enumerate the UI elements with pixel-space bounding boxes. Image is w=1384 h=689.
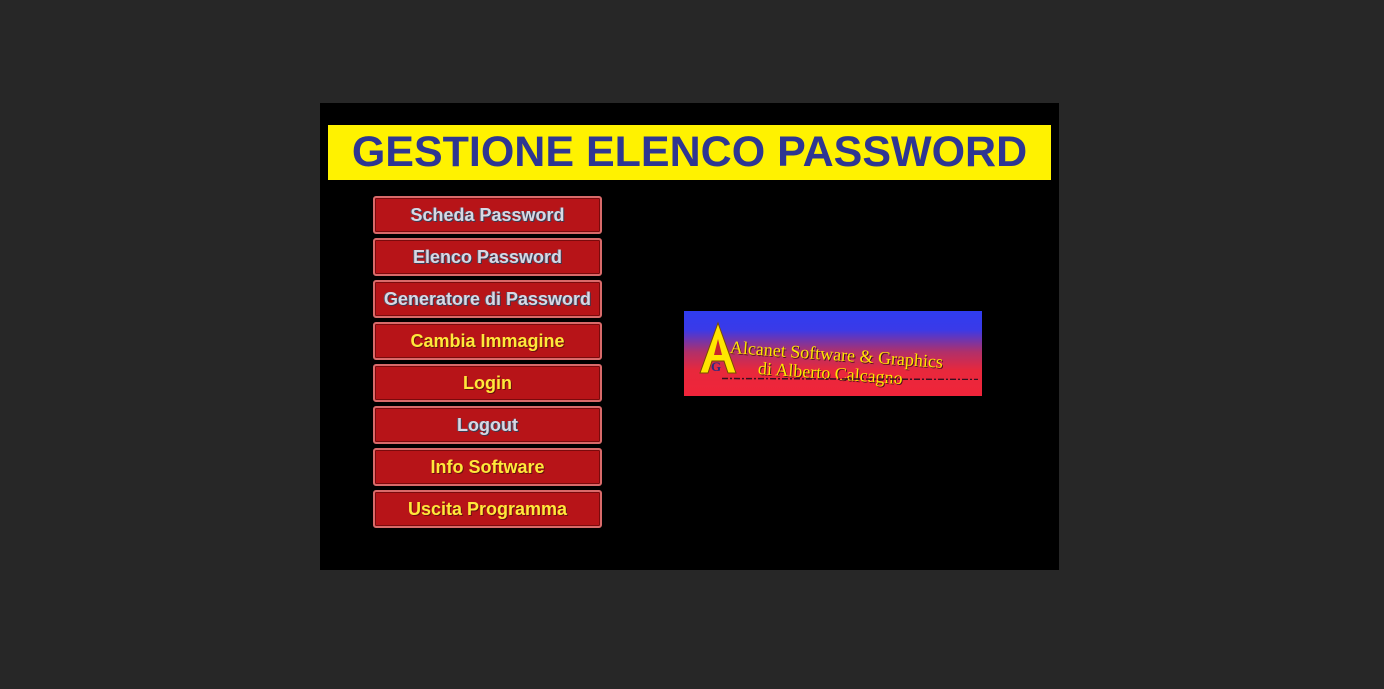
- svg-text:G: G: [711, 359, 721, 374]
- login-button[interactable]: Login: [373, 364, 602, 402]
- info-software-button[interactable]: Info Software: [373, 448, 602, 486]
- logo-underline-decoration: [722, 377, 978, 380]
- page-title: GESTIONE ELENCO PASSWORD: [351, 128, 1028, 176]
- cambia-immagine-button[interactable]: Cambia Immagine: [373, 322, 602, 360]
- generatore-password-button[interactable]: Generatore di Password: [373, 280, 602, 318]
- logout-button[interactable]: Logout: [373, 406, 602, 444]
- company-logo: G Alcanet Software & Graphics di Alberto…: [684, 311, 982, 396]
- title-banner: GESTIONE ELENCO PASSWORD: [328, 125, 1051, 180]
- main-menu: Scheda Password Elenco Password Generato…: [373, 196, 602, 532]
- uscita-programma-button[interactable]: Uscita Programma: [373, 490, 602, 528]
- elenco-password-button[interactable]: Elenco Password: [373, 238, 602, 276]
- main-window: GESTIONE ELENCO PASSWORD Scheda Password…: [320, 103, 1059, 570]
- scheda-password-button[interactable]: Scheda Password: [373, 196, 602, 234]
